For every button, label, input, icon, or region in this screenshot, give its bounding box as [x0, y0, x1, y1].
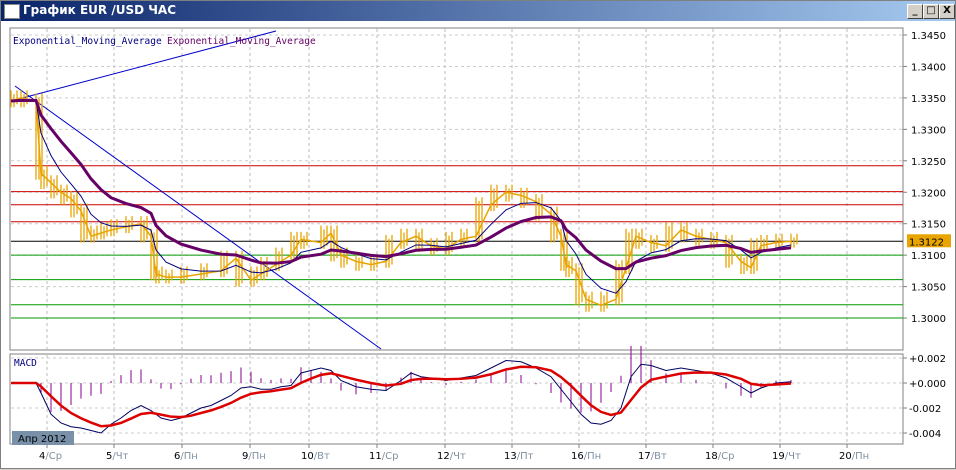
- macd-line: [11, 359, 792, 434]
- macd-label: MACD: [14, 358, 37, 369]
- legend-ema-fast: Exponential_Moving_Average: [13, 36, 162, 47]
- date-weekday: /Пн: [584, 451, 601, 462]
- date-label: 10/Вт: [301, 451, 330, 462]
- date-label: 20/Пн: [839, 451, 869, 462]
- date-weekday: /Ср: [45, 451, 62, 462]
- month-badge-label: Апр 2012: [18, 434, 66, 445]
- date-day: 17: [638, 451, 651, 462]
- date-weekday: /Пн: [248, 451, 265, 462]
- price-axis-label: 1.3400: [911, 62, 946, 73]
- date-day: 12: [437, 451, 450, 462]
- date-day: 11: [369, 451, 382, 462]
- trendline-down: [14, 85, 382, 350]
- date-label: 13/Пт: [504, 451, 534, 462]
- date-weekday: /Ср: [718, 451, 735, 462]
- date-label: 9/Пн: [242, 451, 266, 462]
- price-axis-label: 1.3300: [911, 125, 946, 136]
- price-axis-label: 1.3350: [911, 94, 946, 105]
- price-axis-label: 1.3250: [911, 157, 946, 168]
- date-weekday: /Ср: [382, 451, 399, 462]
- date-label: 12/Чт: [437, 451, 466, 462]
- price-chart[interactable]: Exponential_Moving_Average Exponential_M…: [1, 1, 956, 470]
- price-axis-label: 1.3450: [911, 31, 946, 42]
- date-weekday: /Пн: [852, 451, 869, 462]
- date-day: 19: [772, 451, 785, 462]
- macd-axis-label: -0.002: [909, 404, 941, 415]
- price-axis-label: 1.3000: [911, 314, 946, 325]
- date-weekday: /Пн: [180, 451, 197, 462]
- date-day: 20: [839, 451, 852, 462]
- date-label: 19/Чт: [772, 451, 801, 462]
- date-label: 17/Вт: [638, 451, 667, 462]
- date-day: 10: [301, 451, 314, 462]
- signal-line: [11, 365, 792, 428]
- date-label: 18/Ср: [705, 451, 734, 462]
- date-weekday: /Вт: [651, 451, 667, 462]
- date-weekday: /Чт: [785, 451, 801, 462]
- macd-panel: [9, 353, 904, 445]
- price-axis-label: 1.3050: [911, 283, 946, 294]
- date-weekday: /Пт: [517, 451, 534, 462]
- date-label: 4/Ср: [39, 451, 62, 462]
- date-label: 11/Ср: [369, 451, 398, 462]
- price-axis-label: 1.3150: [911, 220, 946, 231]
- chart-window: График EUR /USD ЧАС _ □ X Exponential_Mo…: [0, 0, 956, 469]
- price-axis-label: 1.3200: [911, 188, 946, 199]
- macd-axis-label: +0.000: [909, 379, 946, 390]
- current-price-label: 1.3122: [909, 237, 944, 248]
- date-label: 6/Пн: [174, 451, 198, 462]
- date-label: 5/Чт: [106, 451, 129, 462]
- date-weekday: /Вт: [314, 451, 330, 462]
- date-weekday: /Чт: [112, 451, 128, 462]
- ema-fast-line: [10, 99, 792, 294]
- date-label: 16/Пн: [571, 451, 601, 462]
- date-day: 18: [705, 451, 718, 462]
- legend-ema-slow: Exponential_Moving_Average: [167, 36, 316, 47]
- price-axis-label: 1.3100: [911, 251, 946, 262]
- date-weekday: /Чт: [450, 451, 466, 462]
- price-panel: [9, 27, 904, 351]
- macd-axis-label: -0.004: [909, 429, 941, 440]
- macd-axis-label: +0.002: [909, 354, 946, 365]
- date-day: 13: [504, 451, 517, 462]
- date-day: 16: [571, 451, 584, 462]
